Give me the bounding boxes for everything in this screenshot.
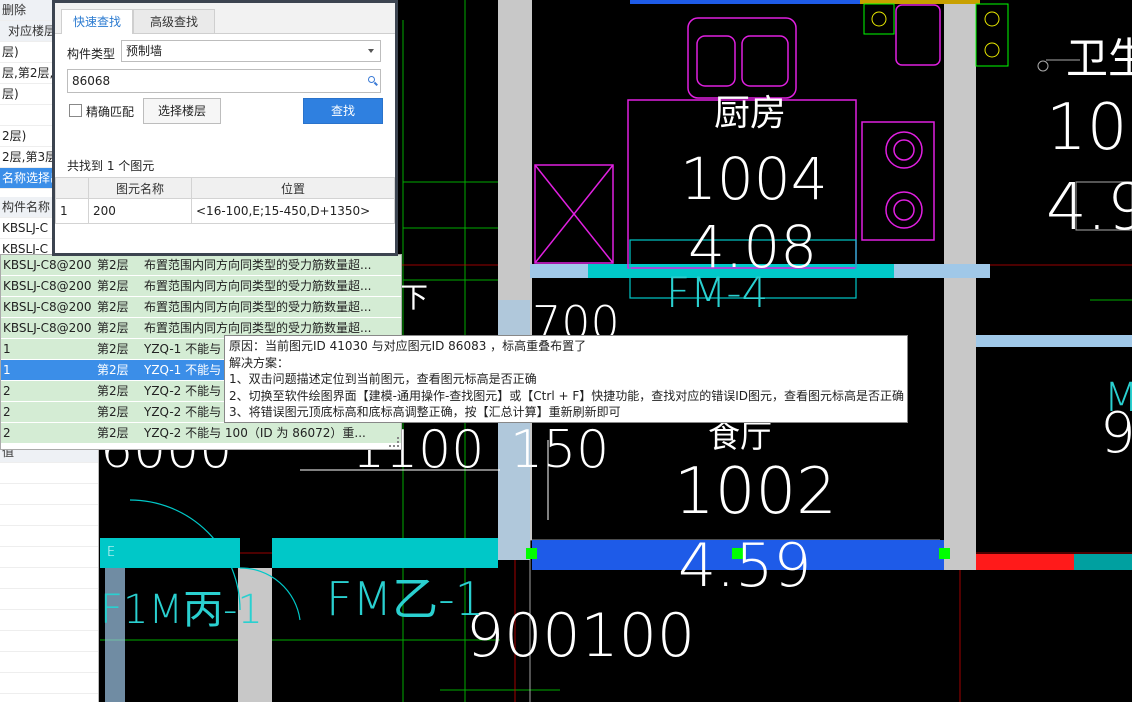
result-index: 1 — [55, 198, 89, 224]
result-position: <16-100,E;15-450,D+1350> — [191, 198, 395, 224]
left-panel-empty-row[interactable] — [0, 673, 98, 694]
room-name-kitchen: 厨房 — [714, 93, 787, 134]
find-dialog-tabs: 快速查找 高级查找 — [55, 3, 395, 34]
tooltip-step-1: 1、双击问题描述定位到当前图元，查看图元标高是否正确 — [229, 372, 537, 387]
error-row-floor: 第2层 — [97, 279, 129, 293]
table-row[interactable]: 1 200 <16-100,E;15-450,D+1350> — [55, 198, 395, 224]
find-element-dialog: 快速查找 高级查找 构件类型 预制墙 86068 精确匹配 选择楼层 查找 共找… — [52, 0, 398, 256]
error-row-description: YZQ-1 不能与 — [144, 342, 222, 356]
error-row-description: YZQ-1 不能与 — [144, 363, 222, 377]
search-input[interactable]: 86068 — [67, 69, 381, 93]
component-type-value: 预制墙 — [126, 44, 163, 58]
left-panel-empty-row[interactable] — [0, 484, 98, 505]
error-row-description: YZQ-2 不能与 100（ID 为 86072）重... — [144, 426, 366, 440]
search-icon[interactable] — [368, 76, 375, 83]
dimension-9-partial: 9 — [1100, 401, 1132, 466]
result-table: 图元名称 位置 1 200 <16-100,E;15-450,D+1350> — [55, 177, 395, 224]
tooltip-solution-title: 解决方案： — [229, 355, 290, 370]
exact-match-checkbox[interactable] — [69, 104, 82, 117]
error-row-name: 2 — [3, 426, 11, 440]
error-row-name: 2 — [3, 405, 11, 419]
left-panel-empty-row[interactable] — [0, 652, 98, 673]
result-table-header-name: 图元名称 — [88, 177, 192, 199]
error-row-description: 布置范围内同方向同类型的受力筋数量超... — [144, 279, 372, 293]
tab-quick-find[interactable]: 快速查找 — [61, 9, 133, 34]
error-row-name: 1 — [3, 363, 11, 377]
error-row[interactable]: KBSLJ-C8@200 第2层 布置范围内同方向同类型的受力筋数量超... — [1, 255, 401, 276]
error-row-description: YZQ-2 不能与 — [144, 405, 222, 419]
error-row-floor: 第2层 — [97, 300, 129, 314]
error-row-floor: 第2层 — [97, 426, 129, 440]
component-type-label: 构件类型 — [67, 47, 116, 61]
error-row-floor: 第2层 — [97, 258, 129, 272]
door-label-f1m: F1M丙-1 — [100, 587, 263, 633]
dimension-150: 150 — [510, 420, 610, 480]
left-panel-empty-row[interactable] — [0, 568, 98, 589]
error-row-floor: 第2层 — [97, 342, 129, 356]
left-panel-empty-row[interactable] — [0, 589, 98, 610]
error-row-description: 布置范围内同方向同类型的受力筋数量超... — [144, 258, 372, 272]
error-row[interactable]: KBSLJ-C8@200 第2层 布置范围内同方向同类型的受力筋数量超... — [1, 276, 401, 297]
error-row-floor: 第2层 — [97, 405, 129, 419]
component-type-select[interactable]: 预制墙 — [121, 40, 381, 62]
left-panel-empty-row[interactable] — [0, 526, 98, 547]
error-row[interactable]: KBSLJ-C8@200 第2层 布置范围内同方向同类型的受力筋数量超... — [1, 297, 401, 318]
error-row-floor: 第2层 — [97, 321, 129, 335]
room-area-dining: 4.59 — [678, 531, 812, 601]
error-row-name: KBSLJ-C8@200 — [3, 258, 92, 272]
error-row-name: KBSLJ-C8@200 — [3, 279, 92, 293]
left-panel-empty-row[interactable] — [0, 547, 98, 568]
search-input-value: 86068 — [72, 74, 111, 88]
error-row-name: KBSLJ-C8@200 — [3, 300, 92, 314]
result-count-text: 共找到 1 个图元 — [67, 159, 155, 173]
error-row-name: 1 — [3, 342, 11, 356]
error-row-name: 2 — [3, 384, 11, 398]
tooltip-step-3: 3、将错误图元顶底标高和底标高调整正确，按【汇总计算】重新刷新即可 — [229, 405, 621, 420]
room-area-bath: 4.9 — [1046, 171, 1132, 245]
error-row-floor: 第2层 — [97, 384, 129, 398]
select-floor-button[interactable]: 选择楼层 — [143, 98, 221, 124]
error-row-floor: 第2层 — [97, 363, 129, 377]
room-name-dining: 食厅 — [708, 417, 773, 455]
left-panel-empty-row[interactable] — [0, 463, 98, 484]
left-panel-empty-row[interactable] — [0, 631, 98, 652]
find-dialog-body: 快速查找 高级查找 构件类型 预制墙 86068 精确匹配 选择楼层 查找 共找… — [55, 3, 395, 253]
exact-match-label[interactable]: 精确匹配 — [86, 103, 134, 120]
error-row-name: KBSLJ-C8@200 — [3, 321, 92, 335]
error-row[interactable]: 2 第2层 YZQ-2 不能与 100（ID 为 86072）重... — [1, 423, 401, 444]
axis-label-e: E — [107, 545, 116, 560]
result-table-header-index — [55, 177, 89, 199]
door-label-fm4: FM-4 — [666, 268, 769, 317]
result-element-name: 200 — [88, 198, 192, 224]
error-row-description: 布置范围内同方向同类型的受力筋数量超... — [144, 300, 372, 314]
tab-advanced-find[interactable]: 高级查找 — [133, 9, 215, 33]
left-panel-empty-row[interactable] — [0, 610, 98, 631]
tooltip-reason: 原因：当前图元ID 41030 与对应图元ID 86083 ，标高重叠布置了 — [229, 339, 587, 353]
room-name-bath: 卫生 — [1066, 34, 1132, 83]
room-number-bath: 100 — [1046, 91, 1132, 165]
dimension-900100: 900100 — [466, 601, 696, 671]
result-table-header-position: 位置 — [191, 177, 395, 199]
room-number-dining: 1002 — [674, 455, 837, 529]
left-panel-empty-row[interactable] — [0, 505, 98, 526]
error-row-description: YZQ-2 不能与 — [144, 384, 222, 398]
resize-grip-icon[interactable] — [389, 437, 399, 447]
room-number-kitchen: 1004 — [680, 145, 828, 213]
error-tooltip: 原因：当前图元ID 41030 与对应图元ID 86083 ，标高重叠布置了 解… — [224, 335, 908, 423]
tooltip-step-2: 2、切换至软件绘图界面【建模-通用操作-查找图元】或【Ctrl + F】快捷功能… — [229, 388, 905, 403]
stair-down-label: 下 — [400, 281, 429, 314]
find-button[interactable]: 查找 — [303, 98, 383, 124]
left-panel-value-block: 值 — [0, 442, 98, 694]
door-label-fm1: FM乙-1 — [326, 572, 485, 626]
chevron-down-icon[interactable] — [368, 49, 374, 53]
